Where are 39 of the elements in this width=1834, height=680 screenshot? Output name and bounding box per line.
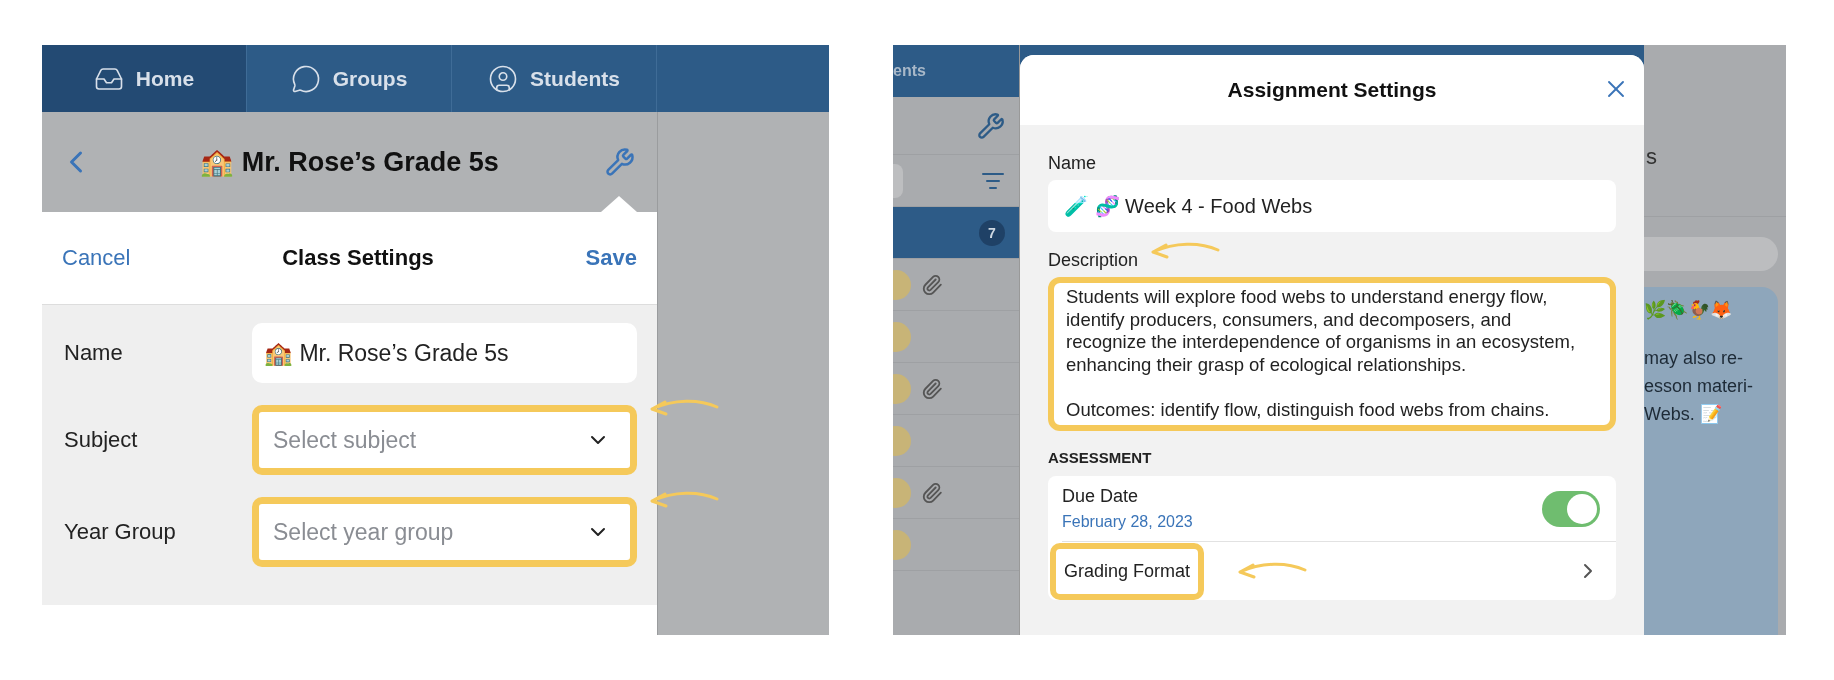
- nav-tab[interactable]: Home: [42, 45, 247, 112]
- cancel-button[interactable]: Cancel: [62, 245, 131, 271]
- search-field[interactable]: [1644, 237, 1778, 271]
- modal-title: Assignment Settings: [1227, 78, 1437, 102]
- input-field[interactable]: 🏫 Mr. Rose’s Grade 5s: [252, 323, 637, 383]
- paperclip-icon: [921, 481, 943, 504]
- toggle-switch[interactable]: [1542, 490, 1600, 527]
- paperclip-icon: [921, 273, 943, 296]
- settings-icon[interactable]: [977, 111, 1005, 140]
- count-badge: 7: [979, 219, 1005, 246]
- grading-format-label[interactable]: Grading Format: [1050, 542, 1205, 600]
- tab-label: Home: [135, 66, 195, 91]
- search-field[interactable]: [893, 163, 903, 198]
- field-label: Description: [1048, 250, 1139, 271]
- field-label: Name: [1048, 153, 1096, 174]
- message-text: may also re-: [1644, 347, 1745, 369]
- heading-text: s: [1646, 143, 1657, 170]
- user-icon: [488, 63, 519, 94]
- field-label: Subject: [64, 427, 139, 453]
- save-button[interactable]: Save: [585, 245, 637, 271]
- section-heading: ASSESSMENT: [1048, 449, 1153, 466]
- due-date-label: Due Date: [1062, 486, 1140, 507]
- popover-title: Class Settings: [282, 245, 434, 271]
- input-field[interactable]: 🧪 🧬 Week 4 - Food Webs: [1048, 180, 1616, 232]
- settings-icon[interactable]: [605, 147, 635, 177]
- tab-label: ents: [893, 62, 926, 80]
- tab-label: Groups: [332, 66, 408, 91]
- selected-row[interactable]: 7: [893, 207, 1019, 259]
- message-text: esson materi-: [1644, 375, 1755, 397]
- description-field[interactable]: Students will explore food webs to understand energy flow, identify producers, consumers, and decomposers, and recognize the interdependence of organisms in an ecosystem, enhancing their grasp of ecological relationships. Outcomes: identify flow, distinguish food webs from chains.: [1048, 277, 1616, 431]
- field-label: Year Group: [64, 519, 177, 545]
- paperclip-icon: [921, 377, 943, 400]
- emoji-text: 🌿🪲🐓🦊: [1644, 299, 1733, 321]
- class-title: 🏫 Mr. Rose’s Grade 5s: [200, 146, 499, 178]
- message-text: Webs. 📝: [1644, 403, 1723, 425]
- chat-bubble-icon: [290, 63, 321, 94]
- field-label: Name: [64, 340, 124, 366]
- due-date-value: February 28, 2023: [1062, 513, 1193, 531]
- tab-label: Students: [530, 66, 620, 91]
